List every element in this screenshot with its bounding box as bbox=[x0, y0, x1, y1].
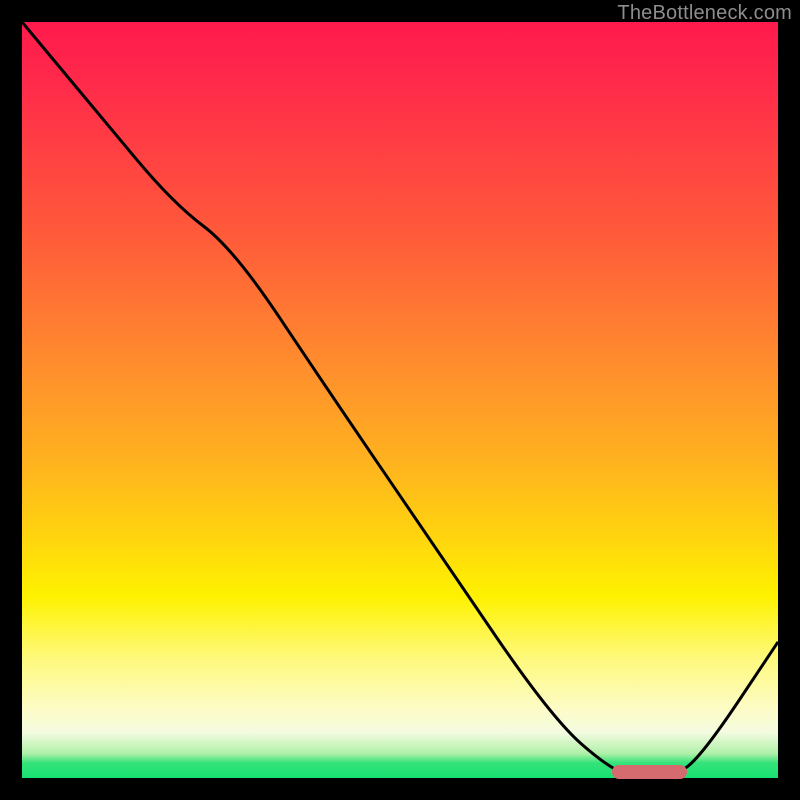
optimal-range-marker bbox=[612, 765, 688, 779]
gradient-background bbox=[22, 22, 778, 778]
plot-frame bbox=[22, 22, 778, 778]
